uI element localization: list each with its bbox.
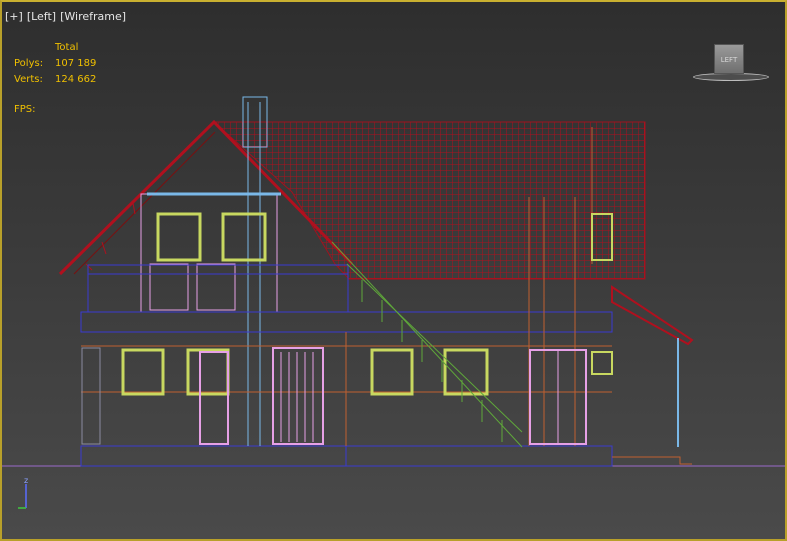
upper-door-left	[149, 263, 189, 311]
balcony-railing	[87, 264, 349, 313]
upper-window-left	[156, 212, 202, 262]
porch-window	[591, 351, 613, 375]
ground-window-2	[186, 348, 230, 396]
roof-gable-inner	[73, 131, 216, 275]
roof-tiles	[212, 121, 646, 280]
ground-window-3	[370, 348, 414, 396]
ground-window-4	[443, 348, 489, 396]
door-left	[199, 351, 229, 445]
terrace-step	[612, 456, 692, 465]
door-center-slats	[280, 352, 314, 442]
upper-window-right	[221, 212, 267, 262]
rafter-tail	[132, 202, 136, 215]
floor-slab	[80, 311, 613, 333]
viewport-left-wireframe[interactable]: [+] [Left] [Wireframe] Total Polys: 107 1…	[0, 0, 787, 541]
wireframe-house-model[interactable]	[2, 2, 785, 539]
upper-door-right	[196, 263, 236, 311]
ground-wall-pillar	[81, 347, 101, 445]
dormer-wall	[140, 193, 278, 313]
porch-roof	[611, 285, 694, 346]
axis-tripod-icon	[18, 484, 27, 509]
ground-window-1	[121, 348, 165, 396]
